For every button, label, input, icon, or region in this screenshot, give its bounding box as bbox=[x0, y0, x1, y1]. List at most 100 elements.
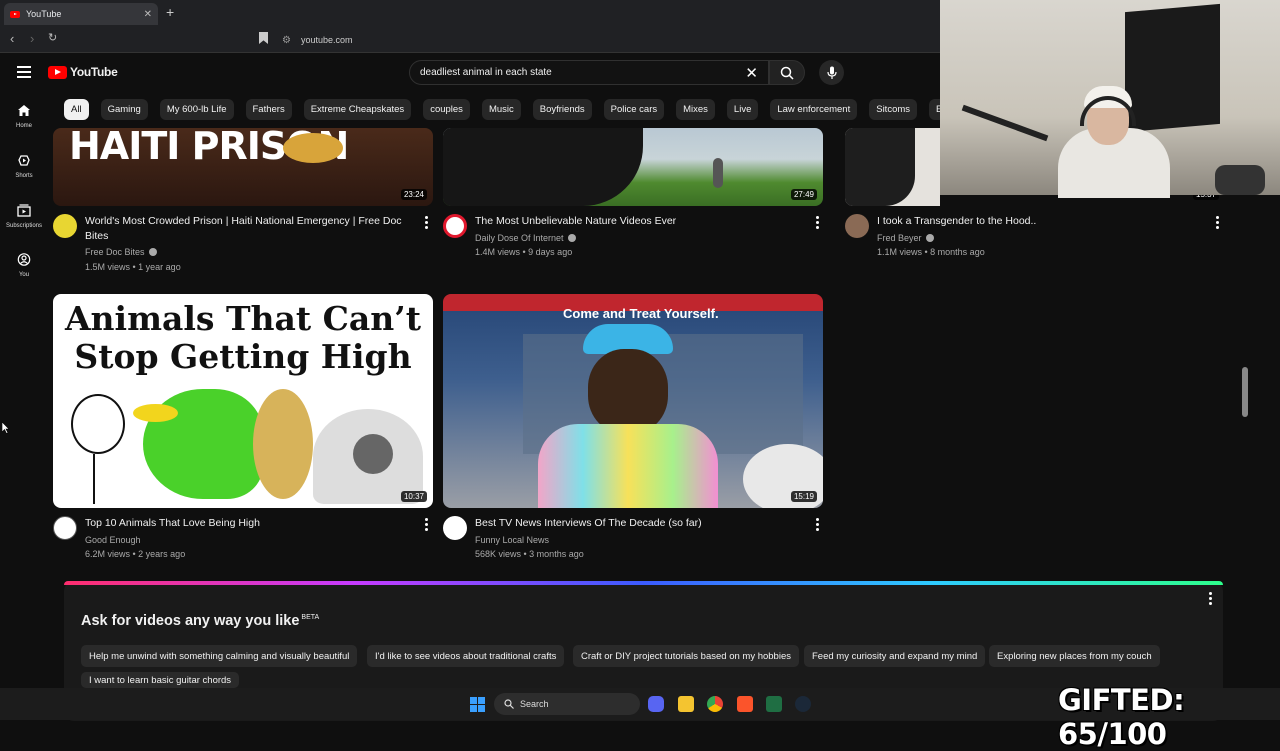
more-options-icon[interactable] bbox=[816, 518, 819, 531]
tab-close-icon[interactable]: ✕ bbox=[144, 9, 152, 20]
gifted-counter: GIFTED: 65/100 bbox=[1058, 683, 1185, 751]
filter-chip[interactable]: couples bbox=[423, 99, 470, 120]
channel-avatar[interactable] bbox=[443, 214, 467, 238]
reload-icon[interactable]: ↻ bbox=[48, 31, 57, 44]
video-title[interactable]: The Most Unbelievable Nature Videos Ever bbox=[475, 214, 805, 229]
address-bar[interactable]: ⚙ youtube.com bbox=[282, 31, 932, 49]
guide-home[interactable]: Home bbox=[0, 104, 48, 129]
video-meta: 1.4M views • 9 days ago bbox=[475, 247, 573, 257]
filter-chip[interactable]: Police cars bbox=[603, 99, 665, 120]
scrollbar[interactable] bbox=[1240, 195, 1250, 685]
channel-avatar[interactable] bbox=[443, 516, 467, 540]
search-button[interactable] bbox=[769, 60, 805, 85]
taskbar-search[interactable]: Search bbox=[494, 693, 640, 715]
filter-chip[interactable]: Boyfriends bbox=[532, 99, 592, 120]
more-options-icon[interactable] bbox=[425, 518, 428, 531]
site-info-icon[interactable]: ⚙ bbox=[282, 35, 291, 46]
prompt-chip[interactable]: Exploring new places from my couch bbox=[989, 645, 1160, 667]
shorts-icon bbox=[18, 155, 30, 166]
video-meta: 1.1M views • 8 months ago bbox=[877, 247, 985, 257]
video-title[interactable]: Best TV News Interviews Of The Decade (s… bbox=[475, 516, 805, 531]
channel-name[interactable]: Funny Local News bbox=[475, 535, 549, 545]
guide-you[interactable]: You bbox=[0, 253, 48, 278]
filter-chip[interactable]: Elder bbox=[929, 99, 940, 120]
video-thumbnail[interactable]: HAITI PRISON 23:24 bbox=[53, 128, 433, 206]
prompt-chip[interactable]: Feed my curiosity and expand my mind bbox=[804, 645, 986, 667]
search-input[interactable]: deadliest animal in each state ✕ bbox=[409, 60, 769, 85]
filter-chip[interactable]: Music bbox=[481, 99, 521, 120]
filter-chip[interactable]: Extreme Cheapskates bbox=[303, 99, 412, 120]
filter-chip[interactable]: Sitcoms bbox=[869, 99, 918, 120]
forward-icon[interactable]: › bbox=[30, 31, 34, 46]
channel-avatar[interactable] bbox=[53, 214, 77, 238]
lemur-face-image bbox=[353, 434, 393, 474]
brave-icon[interactable] bbox=[737, 696, 753, 712]
windows-start-icon[interactable] bbox=[470, 697, 485, 712]
stick-figure-image bbox=[71, 394, 125, 454]
chrome-icon[interactable] bbox=[707, 696, 723, 712]
menu-icon[interactable] bbox=[17, 66, 31, 78]
thumbnail-text: Animals That Can’t Stop Getting High bbox=[64, 299, 422, 376]
filter-chip[interactable]: Fathers bbox=[245, 99, 292, 120]
youtube-logo[interactable]: YouTube bbox=[48, 65, 118, 79]
more-options-icon[interactable] bbox=[1209, 592, 1212, 605]
video-thumbnail[interactable] bbox=[845, 128, 940, 206]
filter-chip[interactable]: Live bbox=[726, 99, 759, 120]
filter-chip[interactable]: All bbox=[64, 99, 89, 120]
microphone-icon bbox=[826, 66, 837, 79]
new-tab-button[interactable]: + bbox=[166, 4, 174, 20]
filter-chip[interactable]: Mixes bbox=[676, 99, 715, 120]
prompt-chip[interactable]: Help me unwind with something calming an… bbox=[81, 645, 358, 667]
excel-icon[interactable] bbox=[766, 696, 782, 712]
voice-search-button[interactable] bbox=[819, 60, 844, 85]
video-title[interactable]: Top 10 Animals That Love Being High bbox=[85, 516, 415, 531]
logo-text: YouTube bbox=[70, 65, 118, 79]
channel-avatar[interactable] bbox=[53, 516, 77, 540]
more-options-icon[interactable] bbox=[1216, 216, 1219, 229]
verified-icon bbox=[148, 248, 157, 256]
guide-shorts[interactable]: Shorts bbox=[0, 154, 48, 179]
search-query: deadliest animal in each state bbox=[420, 67, 552, 78]
more-options-icon[interactable] bbox=[816, 216, 819, 229]
video-title[interactable]: I took a Transgender to the Hood.. bbox=[877, 214, 1207, 229]
frog-image bbox=[253, 389, 313, 499]
verified-icon bbox=[567, 234, 576, 242]
file-explorer-icon[interactable] bbox=[678, 696, 694, 712]
discord-icon[interactable] bbox=[648, 696, 664, 712]
guide-label-shorts: Shorts bbox=[15, 173, 33, 179]
video-thumbnail[interactable]: 27:49 bbox=[443, 128, 823, 206]
prompt-chip[interactable]: Craft or DIY project tutorials based on … bbox=[573, 645, 799, 667]
scrollbar-thumb[interactable] bbox=[1242, 367, 1248, 417]
desk-item-image bbox=[1215, 165, 1265, 195]
more-options-icon[interactable] bbox=[425, 216, 428, 229]
filter-chip[interactable]: Gaming bbox=[100, 99, 148, 120]
browser-tab[interactable]: YouTube ✕ bbox=[4, 3, 158, 25]
channel-name[interactable]: Fred Beyer bbox=[877, 233, 934, 243]
video-title[interactable]: World's Most Crowded Prison | Haiti Nati… bbox=[85, 214, 415, 244]
guide-subscriptions[interactable]: Subscriptions bbox=[0, 204, 48, 229]
mouse-cursor-icon bbox=[2, 422, 10, 434]
verified-icon bbox=[925, 234, 934, 242]
channel-name[interactable]: Good Enough bbox=[85, 535, 141, 545]
clear-search-icon[interactable]: ✕ bbox=[745, 64, 758, 82]
channel-name[interactable]: Free Doc Bites bbox=[85, 247, 157, 257]
video-thumbnail[interactable]: Come and Treat Yourself. 15:19 bbox=[443, 294, 823, 508]
channel-avatar[interactable] bbox=[845, 214, 869, 238]
video-meta: 568K views • 3 months ago bbox=[475, 549, 584, 559]
stick-figure-body bbox=[93, 454, 95, 504]
filter-chip[interactable]: Law enforcement bbox=[770, 99, 858, 120]
filter-chip[interactable]: My 600-lb Life bbox=[159, 99, 234, 120]
video-meta: 1.5M views • 1 year ago bbox=[85, 262, 181, 272]
video-thumbnail[interactable]: Animals That Can’t Stop Getting High 10:… bbox=[53, 294, 433, 508]
channel-name[interactable]: Daily Dose Of Internet bbox=[475, 233, 576, 243]
steam-icon[interactable] bbox=[795, 696, 811, 712]
video-duration: 15:19 bbox=[790, 491, 817, 502]
gradient-bar bbox=[64, 581, 1223, 585]
back-icon[interactable]: ‹ bbox=[10, 31, 14, 46]
prompt-chip[interactable]: I'd like to see videos about traditional… bbox=[367, 645, 565, 667]
prompt-chip[interactable]: I want to learn basic guitar chords bbox=[81, 672, 240, 688]
video-duration: 23:24 bbox=[400, 189, 427, 200]
man-face-image bbox=[588, 349, 668, 434]
taskbar-search-label: Search bbox=[520, 699, 549, 709]
ask-title: Ask for videos any way you like BETA bbox=[81, 613, 319, 629]
